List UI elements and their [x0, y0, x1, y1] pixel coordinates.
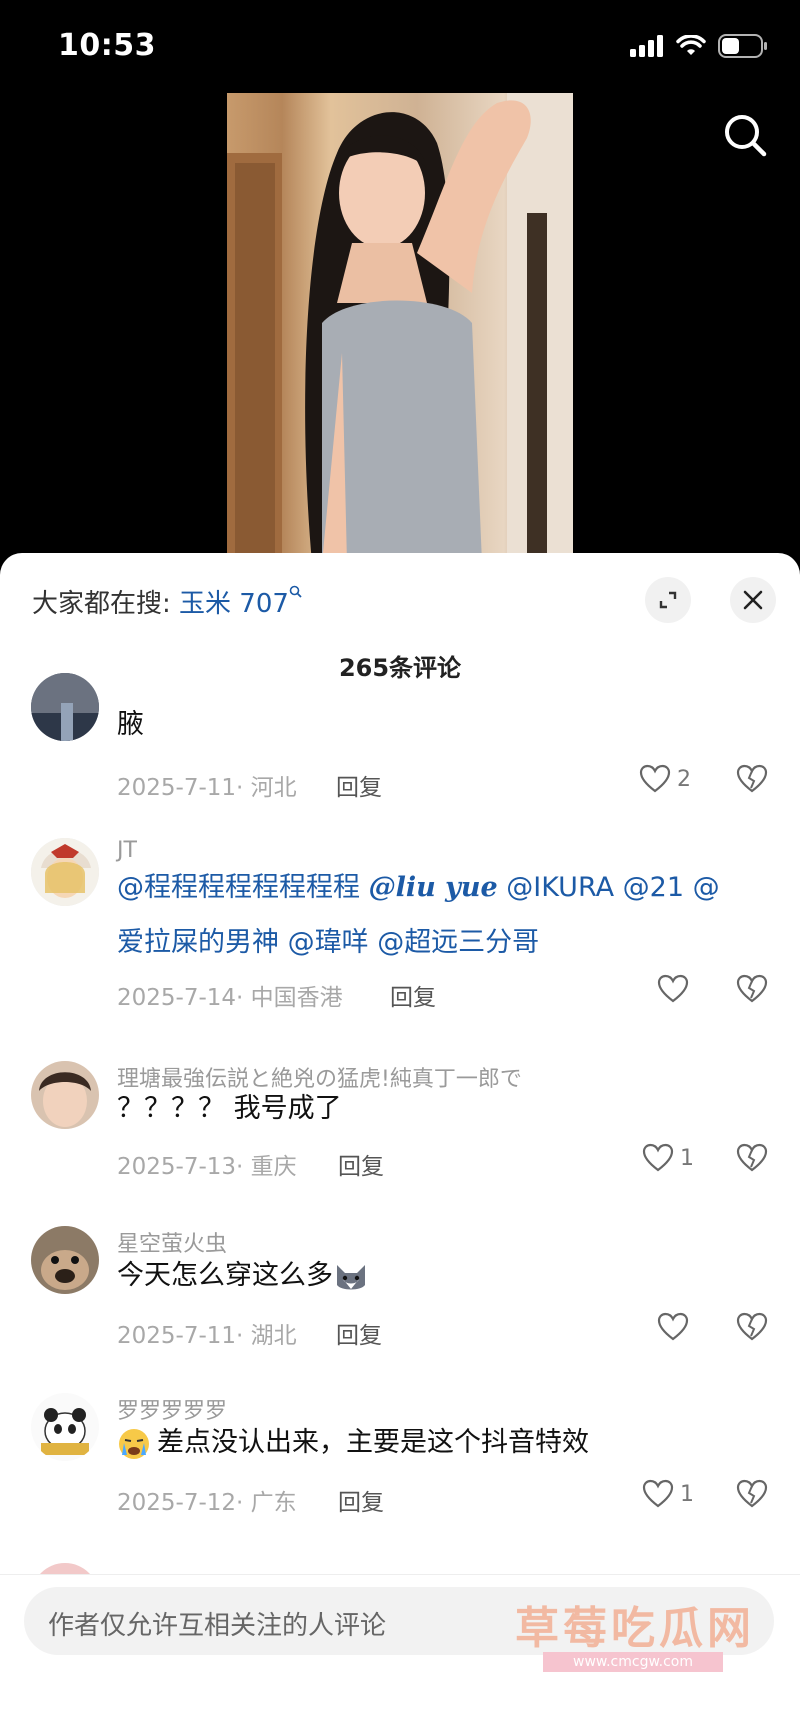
mention[interactable]: @超远三分哥 [377, 927, 539, 958]
username[interactable]: 理塘最強伝説と絶兇の猛虎!純真丁一郎で [117, 1061, 522, 1093]
comment-date-location: 2025-7-11· 湖北 [117, 1323, 297, 1349]
crying-emoji-icon [119, 1428, 149, 1459]
dislike-button[interactable] [736, 1143, 768, 1177]
reply-button[interactable]: 回复 [338, 1483, 384, 1517]
reply-button[interactable]: 回复 [336, 768, 382, 802]
mention[interactable]: @IKURA [506, 872, 614, 903]
comment-date-location: 2025-7-12· 广东 [117, 1490, 297, 1516]
mention[interactable]: @瑋咩 [288, 927, 369, 958]
heart-icon [657, 1312, 689, 1341]
heart-icon [642, 1143, 674, 1172]
comment-text: 差点没认出来，主要是这个抖音特效 [117, 1425, 589, 1461]
comment-item: 腋 2025-7-11· 河北 回复 2 [0, 673, 800, 853]
comment-item: 罗罗罗罗罗 差点没认出来，主要是这个抖音特效 2025-7-12· 广东 回复 … [0, 1393, 800, 1543]
broken-heart-icon [736, 1143, 768, 1172]
like-count: 1 [680, 1481, 694, 1507]
broken-heart-icon [736, 1312, 768, 1341]
dislike-button[interactable] [736, 1312, 768, 1346]
status-time: 10:53 [58, 28, 156, 63]
comment-input-placeholder: 作者仅允许互相关注的人评论 [48, 1611, 387, 1641]
comment-text: 腋 [117, 709, 144, 740]
comment-text: 今天怎么穿这么多 [117, 1258, 369, 1294]
dislike-button[interactable] [736, 1479, 768, 1513]
comment-item: JT @程程程程程程程程 @liu yue @IKURA @21 @ 爱拉屎的男… [0, 838, 800, 1018]
trending-search[interactable]: 大家都在搜: 玉米 707 [32, 583, 303, 620]
like-button[interactable]: 1 [642, 1479, 694, 1509]
battery-icon [718, 34, 767, 58]
mention[interactable]: @liu yue [369, 872, 498, 903]
expand-icon [659, 591, 677, 609]
mention[interactable]: @21 [623, 872, 684, 903]
wifi-icon [676, 35, 706, 55]
avatar[interactable] [31, 673, 99, 741]
reply-button[interactable]: 回复 [390, 978, 436, 1012]
broken-heart-icon [736, 974, 768, 1003]
comment-text: @程程程程程程程程 @liu yue @IKURA @21 @ [117, 870, 720, 906]
avatar[interactable] [31, 838, 99, 906]
small-search-icon [289, 585, 302, 598]
comment-item: 理塘最強伝説と絶兇の猛虎!純真丁一郎で ？？？？ 我号成了 2025-7-13·… [0, 1061, 800, 1211]
video-frame [227, 93, 573, 563]
dislike-button[interactable] [736, 974, 768, 1008]
trending-keyword[interactable]: 玉米 707 [179, 589, 289, 619]
comment-sheet: 大家都在搜: 玉米 707 265条评论 腋 2025-7-11· 河北 回复 … [0, 553, 800, 1731]
comment-text: ？？？？ 我号成了 [117, 1093, 342, 1124]
status-icons [630, 34, 768, 58]
husky-emoji-icon [337, 1264, 365, 1289]
like-button[interactable]: 2 [639, 764, 691, 794]
avatar[interactable] [31, 1393, 99, 1461]
like-count: 1 [680, 1145, 694, 1171]
comments-count: 265条评论 [338, 654, 462, 682]
like-count: 2 [677, 766, 691, 792]
broken-heart-icon [736, 1479, 768, 1508]
heart-icon [642, 1479, 674, 1508]
comment-text-content: 今天怎么穿这么多 [117, 1260, 333, 1291]
comment-item: 星空萤火虫 今天怎么穿这么多 2025-7-11· 湖北 回复 [0, 1226, 800, 1376]
comment-date-location: 2025-7-14· 中国香港 [117, 985, 343, 1011]
trending-label: 大家都在搜: [32, 589, 180, 619]
status-bar: 10:53 [0, 0, 800, 90]
broken-heart-icon [736, 764, 768, 793]
dislike-button[interactable] [736, 764, 768, 798]
reply-button[interactable]: 回复 [338, 1147, 384, 1181]
username[interactable]: JT [117, 838, 137, 863]
mention[interactable]: 爱拉屎的男神 [117, 927, 279, 958]
avatar[interactable] [31, 1061, 99, 1129]
close-button[interactable] [730, 577, 776, 623]
username[interactable]: 星空萤火虫 [117, 1226, 227, 1258]
like-button[interactable] [657, 1312, 695, 1342]
comment-date-location: 2025-7-11· 河北 [117, 775, 297, 801]
mention[interactable]: @程程程程程程程程 [117, 872, 360, 903]
video-player[interactable] [227, 93, 573, 563]
search-icon [725, 115, 767, 157]
reply-button[interactable]: 回复 [336, 1316, 382, 1350]
like-button[interactable]: 1 [642, 1143, 694, 1173]
avatar[interactable] [31, 1226, 99, 1294]
comment-text-line2: 爱拉屎的男神 @瑋咩 @超远三分哥 [117, 925, 539, 961]
watermark-text: 草莓吃瓜网 [515, 1603, 755, 1654]
close-icon [743, 590, 763, 610]
like-button[interactable] [657, 974, 695, 1004]
mention[interactable]: @ [693, 872, 720, 903]
comment-date-location: 2025-7-13· 重庆 [117, 1154, 297, 1180]
expand-button[interactable] [645, 577, 691, 623]
signal-icon [630, 35, 663, 57]
comment-text-content: 差点没认出来，主要是这个抖音特效 [157, 1427, 589, 1458]
username[interactable]: 罗罗罗罗罗 [117, 1393, 227, 1425]
heart-icon [657, 974, 689, 1003]
watermark-url: www.cmcgw.com [543, 1652, 723, 1672]
search-button[interactable] [718, 108, 774, 164]
heart-icon [639, 764, 671, 793]
